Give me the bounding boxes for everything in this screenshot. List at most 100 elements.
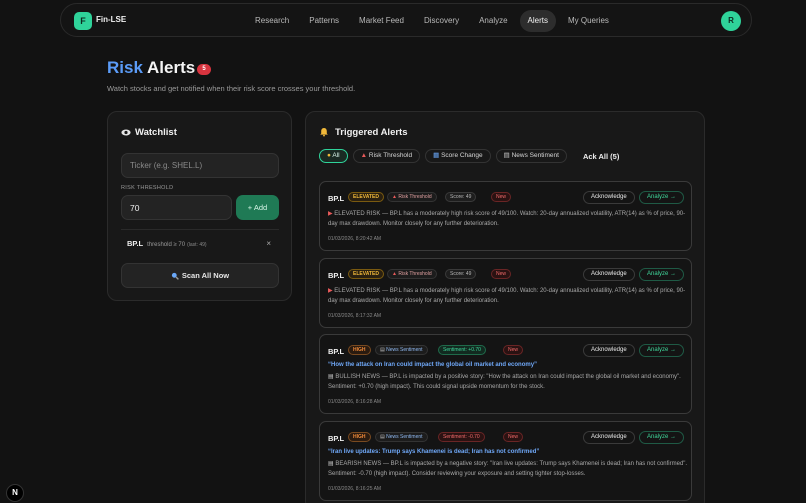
nav-link-patterns[interactable]: Patterns (301, 10, 347, 32)
page-title-rest: Alerts (142, 58, 196, 77)
watchlist-item-symbol: BP.L (127, 239, 144, 248)
acknowledge-button[interactable]: Acknowledge (583, 344, 635, 357)
page-title-accent: Risk (107, 58, 143, 77)
level-badge: HIGH (348, 345, 371, 355)
filter-tabs: ● All ▲ Risk Threshold ▦ Score Change ▤ … (319, 149, 619, 163)
alert-time: 01/03/2026, 8:16:28 AM (328, 399, 382, 405)
nav-link-research[interactable]: Research (247, 10, 297, 32)
alerts-title: Triggered Alerts (319, 127, 408, 138)
filter-news-sentiment-label: News Sentiment (511, 152, 559, 159)
logo-icon[interactable]: F (74, 12, 92, 30)
news-headline: “Iran live updates: Trump says Khamenei … (328, 449, 540, 455)
type-badge-label: News Sentiment (386, 347, 423, 353)
scan-all-label: Scan All Now (181, 271, 230, 280)
analyze-button[interactable]: Analyze → (639, 268, 685, 281)
nav-link-analyze[interactable]: Analyze (471, 10, 515, 32)
news-headline: “How the attack on Iran could impact the… (328, 362, 538, 368)
alert-message-text: ELEVATED RISK — BP.L has a moderately hi… (328, 288, 686, 304)
analyze-button[interactable]: Analyze → (639, 344, 685, 357)
alert-message-text: BEARISH NEWS — BP.L is impacted by a neg… (328, 461, 688, 477)
newspaper-icon: ▤ (503, 152, 510, 159)
nav-link-market-feed[interactable]: Market Feed (351, 10, 412, 32)
watchlist-panel: Watchlist RISK THRESHOLD + Add BP.Lthres… (107, 111, 292, 301)
avatar[interactable]: R (721, 11, 741, 31)
alert-message: ▶ ELEVATED RISK — BP.L has a moderately … (328, 287, 688, 306)
alert-symbol: BP.L (328, 194, 345, 203)
filter-risk-threshold-label: Risk Threshold (368, 152, 413, 159)
level-badge: ELEVATED (348, 192, 384, 202)
new-badge: New (491, 192, 512, 202)
watchlist-title-text: Watchlist (135, 127, 177, 138)
bell-icon (320, 128, 328, 137)
alerts-panel: Triggered Alerts ● All ▲ Risk Threshold … (305, 111, 705, 503)
filter-risk-threshold[interactable]: ▲ Risk Threshold (352, 149, 421, 163)
type-badge: ▲ Risk Threshold (387, 192, 437, 202)
type-badge-label: Risk Threshold (398, 194, 432, 200)
alert-time: 01/03/2026, 8:20:42 AM (328, 236, 382, 242)
alert-message-text: BULLISH NEWS — BP.L is impacted by a pos… (328, 374, 681, 390)
chart-icon: ▦ (433, 152, 440, 159)
acknowledge-button[interactable]: Acknowledge (583, 268, 635, 281)
alert-symbol: BP.L (328, 271, 345, 280)
alert-symbol: BP.L (328, 434, 345, 443)
alerts-title-text: Triggered Alerts (335, 127, 408, 138)
filter-score-change[interactable]: ▦ Score Change (425, 149, 491, 163)
alert-card: BP.L ELEVATED ▲ Risk Threshold Score: 49… (319, 258, 692, 328)
eye-icon (121, 129, 131, 136)
newspaper-icon: ▤ (328, 374, 334, 380)
type-badge-label: News Sentiment (386, 434, 423, 440)
alert-symbol: BP.L (328, 347, 345, 356)
threshold-label: RISK THRESHOLD (121, 185, 174, 191)
nav-link-my-queries[interactable]: My Queries (560, 10, 617, 32)
alert-message: ▤ BULLISH NEWS — BP.L is impacted by a p… (328, 373, 688, 392)
watchlist-item-threshold: threshold ≥ 70 (147, 242, 186, 248)
sentiment-badge: Sentiment: -0.70 (438, 432, 485, 442)
bell-icon: ● (327, 152, 331, 159)
siren-icon: ▲ (360, 152, 368, 159)
siren-icon: ▲ (392, 271, 397, 277)
filter-all[interactable]: ● All (319, 149, 348, 163)
analyze-button[interactable]: Analyze → (639, 431, 685, 444)
level-badge: HIGH (348, 432, 371, 442)
siren-icon: ▲ (392, 194, 397, 200)
metric-badge: Score: 49 (445, 192, 477, 202)
watchlist-title: Watchlist (121, 127, 177, 138)
alert-message: ▤ BEARISH NEWS — BP.L is impacted by a n… (328, 460, 688, 479)
ack-all-button[interactable]: Ack All (5) (583, 152, 619, 161)
next-logo-button[interactable]: N (6, 484, 24, 502)
type-badge: ▤ News Sentiment (375, 345, 428, 355)
megaphone-icon: ▶ (328, 211, 333, 217)
alert-message-text: ELEVATED RISK — BP.L has a moderately hi… (328, 211, 686, 227)
threshold-input[interactable] (121, 195, 232, 220)
filter-all-label: All (332, 152, 340, 159)
ticker-input[interactable] (121, 153, 279, 178)
scan-all-button[interactable]: Scan All Now (121, 263, 279, 288)
new-badge: New (503, 432, 524, 442)
alert-card: BP.L HIGH ▤ News Sentiment Sentiment: -0… (319, 421, 692, 501)
newspaper-icon: ▤ (380, 434, 385, 440)
watchlist-item: BP.L threshold ≥ 70 (last: 49) × (127, 239, 277, 251)
level-badge: ELEVATED (348, 269, 384, 279)
magnifier-icon (171, 272, 179, 280)
analyze-button[interactable]: Analyze → (639, 191, 685, 204)
acknowledge-button[interactable]: Acknowledge (583, 191, 635, 204)
add-button[interactable]: + Add (236, 195, 279, 220)
new-badge: New (491, 269, 512, 279)
page-title: Risk Alerts (107, 58, 195, 78)
nav-link-discovery[interactable]: Discovery (416, 10, 467, 32)
remove-icon[interactable]: × (266, 239, 271, 248)
filter-score-change-label: Score Change (441, 152, 483, 159)
newspaper-icon: ▤ (328, 461, 334, 467)
type-badge: ▤ News Sentiment (375, 432, 428, 442)
nav-link-alerts[interactable]: Alerts (519, 10, 556, 32)
alert-count-badge: 5 (197, 64, 211, 75)
top-nav: F Fin-LSE Research Patterns Market Feed … (60, 3, 752, 37)
brand-name[interactable]: Fin-LSE (96, 15, 126, 24)
alert-message: ▶ ELEVATED RISK — BP.L has a moderately … (328, 210, 688, 229)
newspaper-icon: ▤ (380, 347, 385, 353)
filter-news-sentiment[interactable]: ▤ News Sentiment (495, 149, 567, 163)
acknowledge-button[interactable]: Acknowledge (583, 431, 635, 444)
divider (121, 229, 279, 230)
new-badge: New (503, 345, 524, 355)
nav-links: Research Patterns Market Feed Discovery … (247, 10, 621, 32)
